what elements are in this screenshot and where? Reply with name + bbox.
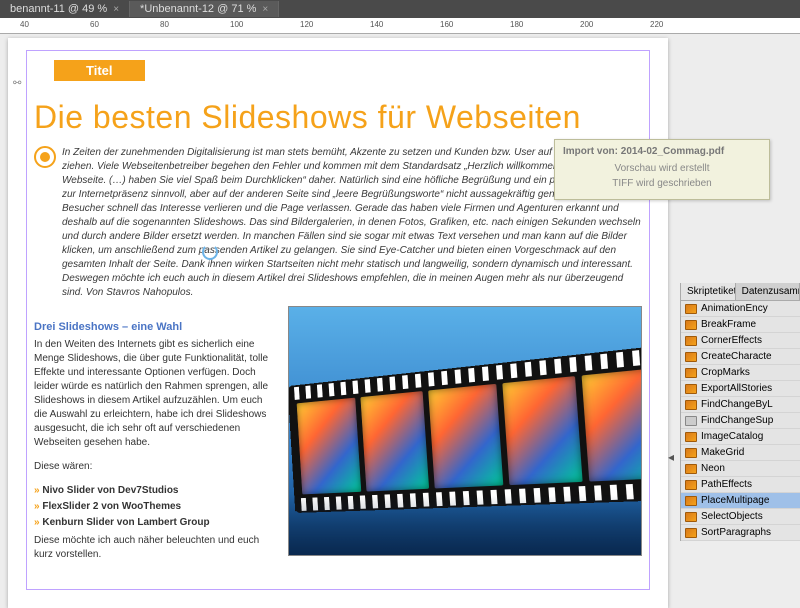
script-item[interactable]: FindChangeByL — [681, 397, 800, 413]
script-icon — [685, 480, 697, 490]
script-label: ExportAllStories — [701, 383, 772, 394]
ruler-tick: 140 — [370, 20, 383, 29]
script-item[interactable]: FindChangeSup — [681, 413, 800, 429]
script-icon — [685, 448, 697, 458]
ruler-tick: 120 — [300, 20, 313, 29]
close-icon[interactable]: × — [113, 4, 119, 15]
busy-cursor-icon — [202, 244, 218, 260]
script-label: MakeGrid — [701, 447, 744, 458]
ruler-tick: 220 — [650, 20, 663, 29]
script-label: SelectObjects — [701, 511, 763, 522]
script-label: Neon — [701, 463, 725, 474]
tooltip-title: Import von: 2014-02_Commag.pdf — [563, 146, 761, 157]
paragraph: Diese möchte ich auch näher beleuchten u… — [34, 534, 274, 562]
script-icon — [685, 496, 697, 506]
script-icon — [685, 528, 697, 538]
ruler-tick: 40 — [20, 20, 29, 29]
script-icon — [685, 400, 697, 410]
script-icon — [685, 432, 697, 442]
doc-tab-1[interactable]: benannt-11 @ 49 % × — [0, 1, 130, 17]
doc-tab-2[interactable]: *Unbenannt-12 @ 71 % × — [130, 1, 279, 17]
ruler-tick: 180 — [510, 20, 523, 29]
filmstrip-graphic — [288, 344, 642, 513]
chain-icon: ⚯ — [13, 78, 21, 89]
script-item[interactable]: PathEffects — [681, 477, 800, 493]
left-column[interactable]: Drei Slideshows – eine Wahl In den Weite… — [34, 306, 274, 572]
script-label: CornerEffects — [701, 335, 762, 346]
script-label: SortParagraphs — [701, 527, 771, 538]
ruler-tick: 160 — [440, 20, 453, 29]
script-icon — [685, 464, 697, 474]
panel-tab-datamerge[interactable]: Datenzusamm — [736, 283, 800, 300]
script-list: AnimationEncy BreakFrame CornerEffects Crea… — [681, 301, 800, 541]
ruler-tick: 60 — [90, 20, 99, 29]
tooltip-status: Vorschau wird erstellt — [563, 163, 761, 174]
script-label: PathEffects — [701, 479, 752, 490]
ruler-tick: 100 — [230, 20, 243, 29]
script-item[interactable]: MakeGrid — [681, 445, 800, 461]
script-item[interactable]: ImageCatalog — [681, 429, 800, 445]
ruler-tick: 200 — [580, 20, 593, 29]
script-icon — [685, 352, 697, 362]
script-icon — [685, 384, 697, 394]
script-icon — [685, 336, 697, 346]
script-label: FindChangeSup — [701, 415, 773, 426]
paragraph: In den Weiten des Internets gibt es sich… — [34, 338, 274, 450]
script-item[interactable]: AnimationEncy — [681, 301, 800, 317]
script-item[interactable]: PlaceMultipage — [681, 493, 800, 509]
subheading: Drei Slideshows – eine Wahl — [34, 320, 274, 334]
tooltip-progress: TIFF wird geschrieben — [563, 178, 761, 189]
image-frame[interactable] — [288, 306, 642, 556]
tab-label: benannt-11 @ 49 % — [10, 3, 107, 15]
script-item[interactable]: Neon — [681, 461, 800, 477]
document-tabs: benannt-11 @ 49 % × *Unbenannt-12 @ 71 % × — [0, 0, 800, 18]
folder-icon — [685, 416, 697, 426]
horizontal-ruler: 40 60 80 100 120 140 160 180 200 220 — [0, 18, 800, 34]
script-label: ImageCatalog — [701, 431, 763, 442]
script-item[interactable]: ExportAllStories — [681, 381, 800, 397]
script-icon — [685, 512, 697, 522]
ruler-tick: 80 — [160, 20, 169, 29]
script-icon — [685, 368, 697, 378]
bullet-list: Nivo Slider von Dev7Studios FlexSlider 2 … — [34, 484, 274, 530]
script-label: AnimationEncy — [701, 303, 768, 314]
script-item[interactable]: BreakFrame — [681, 317, 800, 333]
script-item[interactable]: CreateCharacte — [681, 349, 800, 365]
page-headline[interactable]: Die besten Slideshows für Webseiten — [34, 99, 642, 136]
tab-label: *Unbenannt-12 @ 71 % — [140, 3, 256, 15]
close-icon[interactable]: × — [262, 4, 268, 15]
script-label: CropMarks — [701, 367, 750, 378]
script-label: CreateCharacte — [701, 351, 772, 362]
import-tooltip: Import von: 2014-02_Commag.pdf Vorschau … — [554, 139, 770, 200]
script-item[interactable]: SortParagraphs — [681, 525, 800, 541]
script-item[interactable]: SelectObjects — [681, 509, 800, 525]
scripts-panel: Skriptetikett Datenzusamm AnimationEncy B… — [680, 283, 800, 541]
bullet-item: Kenburn Slider von Lambert Group — [34, 516, 274, 530]
script-label: PlaceMultipage — [701, 495, 769, 506]
script-item[interactable]: CornerEffects — [681, 333, 800, 349]
script-item[interactable]: CropMarks — [681, 365, 800, 381]
panel-tab-scriptlabel[interactable]: Skriptetikett — [681, 283, 736, 300]
panel-flyout-icon[interactable]: ◂ — [668, 450, 674, 464]
paragraph: Diese wären: — [34, 460, 274, 474]
script-label: BreakFrame — [701, 319, 756, 330]
page-canvas[interactable]: ⚯ Titel Die besten Slideshows für Websei… — [8, 38, 668, 608]
bullet-item: FlexSlider 2 von WooThemes — [34, 500, 274, 514]
dropcap-bullet-icon — [34, 146, 56, 168]
script-label: FindChangeByL — [701, 399, 773, 410]
bullet-item: Nivo Slider von Dev7Studios — [34, 484, 274, 498]
script-icon — [685, 304, 697, 314]
script-icon — [685, 320, 697, 330]
title-frame[interactable]: Titel — [54, 60, 145, 81]
